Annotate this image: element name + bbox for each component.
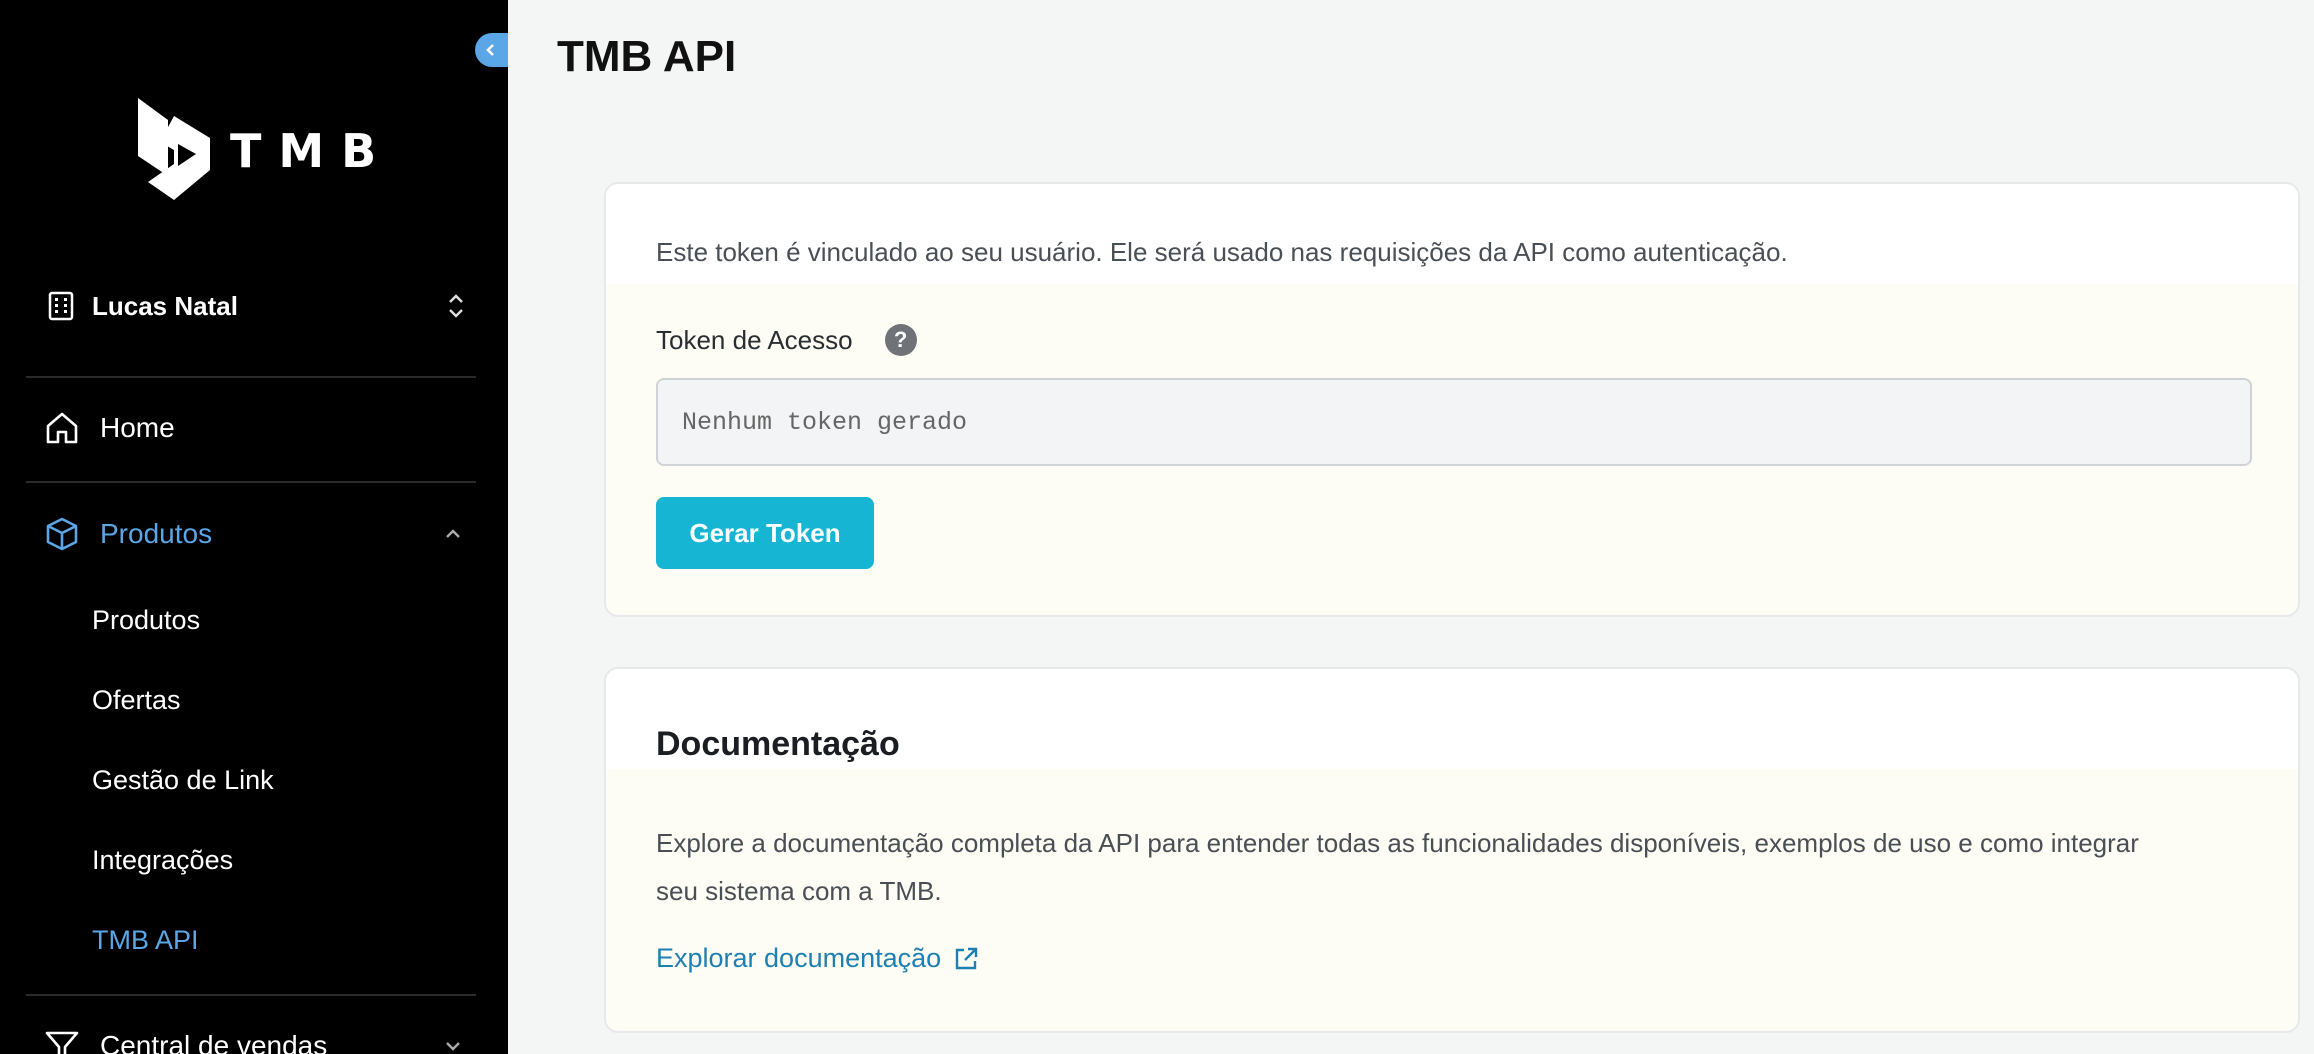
chevron-up-icon	[446, 529, 460, 538]
token-input[interactable]	[656, 378, 2252, 466]
nav-central-de-vendas[interactable]: Central de vendas	[44, 1024, 464, 1054]
logo-wordmark: TMB	[230, 124, 394, 178]
doc-title: Documentação	[656, 725, 900, 763]
home-icon	[46, 412, 78, 444]
subnav-produtos[interactable]: Produtos	[92, 605, 200, 636]
page-title: TMB API	[557, 32, 737, 81]
chevron-left-icon	[486, 44, 494, 56]
nav-produtos-label: Produtos	[100, 518, 213, 549]
token-label: Token de Acesso	[656, 324, 853, 355]
subnav-tmb-api[interactable]: TMB API	[92, 925, 199, 956]
sidebar: TMB Lucas Natal Home Produtos Produtos O…	[0, 0, 508, 1054]
sidebar-divider	[26, 994, 476, 996]
help-icon[interactable]: ?	[884, 324, 917, 356]
nav-home-label: Home	[100, 412, 175, 443]
token-label-row: Token de Acesso ?	[656, 324, 917, 356]
nav-central-label: Central de vendas	[100, 1030, 328, 1054]
doc-description-line1: Explore a documentação completa da API p…	[656, 828, 2139, 858]
org-name: Lucas Natal	[92, 290, 238, 321]
collapse-sidebar-button[interactable]	[475, 33, 508, 67]
tmb-logo-icon	[138, 98, 210, 200]
doc-description-line2: seu sistema com a TMB.	[656, 876, 942, 906]
chevron-up-down-icon	[449, 294, 463, 318]
nav-produtos[interactable]: Produtos	[44, 512, 464, 556]
chevron-down-icon	[446, 1042, 460, 1051]
filter-icon	[45, 1031, 79, 1054]
explore-docs-label: Explorar documentação	[656, 943, 942, 973]
explore-docs-link[interactable]: Explorar documentação	[656, 943, 981, 974]
nav-home[interactable]: Home	[44, 406, 464, 450]
documentation-card: Documentação Explore a documentação comp…	[604, 667, 2300, 1033]
token-card: Este token é vinculado ao seu usuário. E…	[604, 182, 2300, 617]
box-icon	[46, 517, 78, 551]
generate-token-button[interactable]: Gerar Token	[656, 497, 874, 569]
tmb-logo[interactable]: TMB	[138, 98, 393, 204]
subnav-gestao-de-link[interactable]: Gestão de Link	[92, 765, 274, 796]
subnav-ofertas[interactable]: Ofertas	[92, 685, 181, 716]
subnav-integracoes[interactable]: Integrações	[92, 845, 233, 876]
org-switcher[interactable]: Lucas Natal	[48, 287, 466, 325]
sidebar-divider	[26, 481, 476, 483]
sidebar-divider	[26, 376, 476, 378]
external-link-icon	[955, 947, 978, 969]
building-icon	[48, 291, 74, 321]
token-description: Este token é vinculado ao seu usuário. E…	[656, 237, 1788, 267]
